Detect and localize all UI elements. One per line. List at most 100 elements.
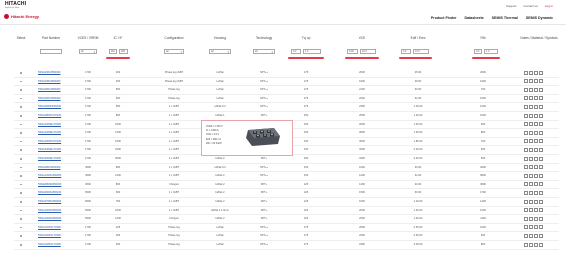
cart-icon[interactable] bbox=[539, 208, 543, 213]
row-select-radio[interactable] bbox=[20, 175, 22, 177]
cart-icon[interactable] bbox=[539, 130, 543, 135]
download-icon[interactable] bbox=[534, 122, 538, 127]
technology-filter[interactable]: all bbox=[253, 49, 275, 54]
row-select-radio[interactable] bbox=[20, 166, 22, 169]
row-select-radio[interactable] bbox=[20, 140, 22, 143]
part-number-link[interactable]: 5SNA1000E170300 bbox=[38, 123, 61, 126]
row-select-radio[interactable] bbox=[20, 106, 22, 108]
compare-icon[interactable] bbox=[524, 96, 528, 101]
download-icon[interactable] bbox=[534, 208, 538, 213]
datasheet-icon[interactable] bbox=[529, 165, 533, 170]
cart-icon[interactable] bbox=[539, 156, 543, 161]
datasheet-icon[interactable] bbox=[529, 156, 533, 161]
datasheet-icon[interactable] bbox=[529, 139, 533, 144]
part-number-link[interactable]: 5SNA0400J650300 bbox=[38, 71, 61, 74]
cart-icon[interactable] bbox=[539, 70, 543, 75]
vce-max-filter[interactable]: 10.0 bbox=[360, 49, 376, 54]
header-ic[interactable]: IC / IF bbox=[114, 36, 123, 40]
compare-icon[interactable] bbox=[524, 87, 528, 92]
login-link[interactable]: Log in bbox=[545, 4, 553, 8]
part-number-link[interactable]: 5SNA0650N650300 bbox=[38, 105, 61, 108]
datasheet-icon[interactable] bbox=[529, 216, 533, 221]
cart-icon[interactable] bbox=[539, 139, 543, 144]
download-icon[interactable] bbox=[534, 87, 538, 92]
compare-icon[interactable] bbox=[524, 156, 528, 161]
table-row[interactable]: 5SNA0500J650300 1700 500 Phase leg LoPak SPT+… bbox=[14, 86, 559, 95]
download-icon[interactable] bbox=[534, 96, 538, 101]
part-number-link[interactable]: 5SNE0800M450300 bbox=[38, 183, 61, 186]
row-select-radio[interactable] bbox=[20, 183, 22, 186]
header-tvj[interactable]: Tvj op bbox=[302, 36, 311, 40]
datasheet-icon[interactable] bbox=[529, 190, 533, 195]
row-select-radio[interactable] bbox=[20, 218, 22, 220]
table-row[interactable]: 5SNG0225J170300 1700 225 Phase leg LoPak SPT+… bbox=[14, 224, 559, 232]
header-configuration[interactable]: Configuration bbox=[165, 36, 184, 40]
compare-icon[interactable] bbox=[524, 147, 528, 152]
download-icon[interactable] bbox=[534, 70, 538, 75]
rth-min-filter[interactable]: 0.0 bbox=[474, 49, 482, 54]
datasheet-icon[interactable] bbox=[529, 225, 533, 230]
nav-semis-thermal[interactable]: SEMIS Thermal bbox=[492, 16, 518, 20]
part-number-link[interactable]: 5SNA2400E170100 bbox=[38, 148, 61, 151]
eoff-min-filter[interactable]: 0.0 bbox=[401, 49, 411, 54]
compare-icon[interactable] bbox=[524, 130, 528, 135]
compare-icon[interactable] bbox=[524, 242, 528, 247]
cart-icon[interactable] bbox=[539, 165, 543, 170]
download-icon[interactable] bbox=[534, 139, 538, 144]
cart-icon[interactable] bbox=[539, 173, 543, 178]
vce-range-slider[interactable] bbox=[345, 57, 379, 59]
table-row[interactable]: 5SNA0650N650300 1700 650 1 x IGBT HiPak 1N SP… bbox=[14, 103, 559, 112]
cart-icon[interactable] bbox=[539, 122, 543, 127]
cart-icon[interactable] bbox=[539, 233, 543, 238]
row-select-radio[interactable] bbox=[20, 149, 22, 151]
ic-min-filter[interactable]: 110 bbox=[109, 49, 117, 54]
download-icon[interactable] bbox=[534, 113, 538, 118]
row-select-radio[interactable] bbox=[20, 235, 22, 237]
table-row[interactable]: 5SNG0450J170300 1700 450 Phase leg LoPak SPT+… bbox=[14, 241, 559, 249]
part-number-link[interactable]: 5SNA0800J450300 bbox=[38, 166, 61, 169]
part-number-link[interactable]: 5SNA1200G650300 bbox=[38, 217, 61, 220]
datasheet-icon[interactable] bbox=[529, 208, 533, 213]
download-icon[interactable] bbox=[534, 199, 538, 204]
part-number-link[interactable]: 5SNG0300J170300 bbox=[38, 234, 61, 237]
housing-filter[interactable]: all bbox=[209, 49, 231, 54]
cart-icon[interactable] bbox=[539, 87, 543, 92]
compare-icon[interactable] bbox=[524, 122, 528, 127]
cart-icon[interactable] bbox=[539, 96, 543, 101]
row-select-radio[interactable] bbox=[20, 226, 22, 229]
download-icon[interactable] bbox=[534, 242, 538, 247]
rth-max-filter[interactable]: 1.0 bbox=[484, 49, 498, 54]
row-select-radio[interactable] bbox=[20, 201, 22, 203]
cart-icon[interactable] bbox=[539, 104, 543, 109]
table-row[interactable]: 5SNA1200G450300 4500 1200 1 x IGBT HiPak 2 SP… bbox=[14, 172, 559, 181]
datasheet-icon[interactable] bbox=[529, 122, 533, 127]
cart-icon[interactable] bbox=[539, 113, 543, 118]
cart-icon[interactable] bbox=[539, 225, 543, 230]
datasheet-icon[interactable] bbox=[529, 70, 533, 75]
cart-icon[interactable] bbox=[539, 242, 543, 247]
rth-range-slider[interactable] bbox=[472, 57, 500, 59]
cart-icon[interactable] bbox=[539, 199, 543, 204]
compare-icon[interactable] bbox=[524, 225, 528, 230]
part-number-link[interactable]: 5SNA0750G650300 bbox=[38, 200, 61, 203]
row-select-radio[interactable] bbox=[20, 72, 22, 74]
download-icon[interactable] bbox=[534, 165, 538, 170]
header-rth[interactable]: Rth bbox=[481, 36, 486, 40]
tvj-range-slider[interactable] bbox=[288, 57, 324, 59]
datasheet-icon[interactable] bbox=[529, 96, 533, 101]
datasheet-icon[interactable] bbox=[529, 233, 533, 238]
table-row[interactable]: 5SNA0750G650300 6500 750 1 x IGBT HiPak 2 SPT… bbox=[14, 198, 559, 206]
download-icon[interactable] bbox=[534, 130, 538, 135]
eoff-max-filter[interactable]: 10.0 bbox=[413, 49, 429, 54]
part-number-link[interactable]: 5SNA1000G650300 bbox=[38, 209, 61, 212]
row-select-radio[interactable] bbox=[20, 158, 22, 160]
compare-icon[interactable] bbox=[524, 104, 528, 109]
header-eoff[interactable]: Eoff / Erec bbox=[411, 36, 426, 40]
datasheet-icon[interactable] bbox=[529, 87, 533, 92]
datasheet-icon[interactable] bbox=[529, 79, 533, 84]
support-link[interactable]: Support bbox=[506, 4, 517, 8]
table-row[interactable]: 5SNA0400J650300 1700 400 Phase leg IGBT LoPa… bbox=[14, 69, 559, 77]
brand[interactable]: Hitachi Energy bbox=[4, 14, 39, 19]
row-select-radio[interactable] bbox=[20, 244, 22, 246]
datasheet-icon[interactable] bbox=[529, 242, 533, 247]
